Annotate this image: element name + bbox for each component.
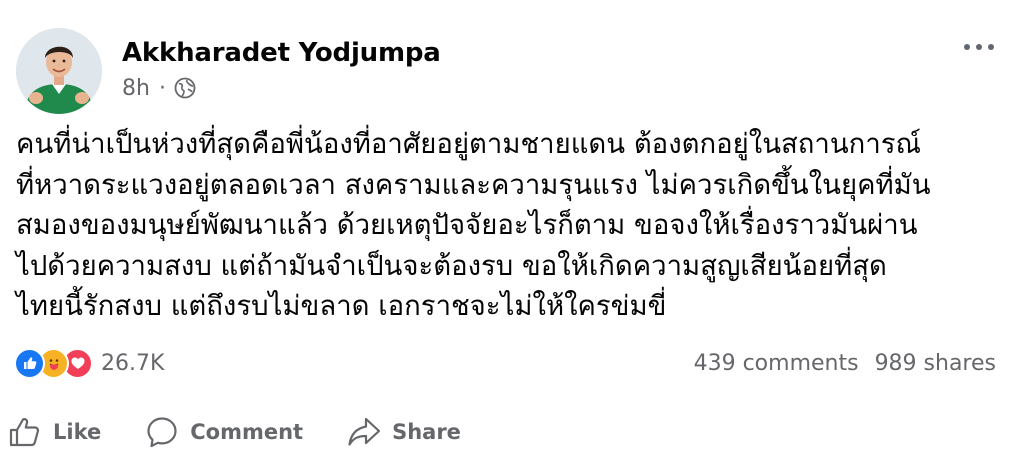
comment-icon xyxy=(147,417,177,448)
comments-count[interactable]: 439 comments xyxy=(694,351,859,376)
more-options-icon[interactable] xyxy=(964,36,994,58)
share-icon xyxy=(348,417,381,446)
more-dot xyxy=(988,44,994,50)
thumbs-up-icon xyxy=(9,418,40,447)
comment-label: Comment xyxy=(190,420,304,444)
meta-separator: · xyxy=(158,75,166,101)
engagement-counts: 439 comments 989 shares xyxy=(694,348,996,378)
reaction-count: 26.7K xyxy=(101,350,165,376)
share-button[interactable]: Share xyxy=(347,415,461,449)
author-avatar[interactable] xyxy=(16,28,102,114)
facebook-post: Akkharadet Yodjumpa 8h · คนที่น่าเป็นห่ว… xyxy=(0,0,1024,458)
globe-icon[interactable] xyxy=(174,77,196,99)
share-label: Share xyxy=(392,420,461,444)
more-dot xyxy=(976,44,982,50)
like-label: Like xyxy=(53,420,102,444)
author-name[interactable]: Akkharadet Yodjumpa xyxy=(122,38,441,68)
more-dot xyxy=(964,44,970,50)
like-icon xyxy=(14,347,45,379)
post-text-line: ไปด้วยความสงบ แต่ถ้ามันจำเป็นจะต้องรบ ขอ… xyxy=(16,249,887,282)
post-text-line: ที่หวาดระแวงอยู่ตลอดเวลา สงครามและความรุ… xyxy=(16,168,931,201)
post-text-line: สมองของมนุษย์พัฒนาแล้ว ด้วยเหตุปัจจัยอะไ… xyxy=(16,209,918,241)
shares-count[interactable]: 989 shares xyxy=(875,351,996,376)
post-meta: 8h · xyxy=(122,75,196,101)
comment-button[interactable]: Comment xyxy=(145,415,303,449)
post-text: คนที่น่าเป็นห่วงที่สุดคือพี่น้องที่อาศัย… xyxy=(16,124,1006,327)
reactions-summary[interactable]: 26.7K xyxy=(14,347,165,379)
post-text-line: คนที่น่าเป็นห่วงที่สุดคือพี่น้องที่อาศัย… xyxy=(16,128,922,160)
post-time[interactable]: 8h xyxy=(122,76,150,101)
post-text-line: ไทยนี้รักสงบ แต่ถึงรบไม่ขลาด เอกราชจะไม่… xyxy=(16,290,667,322)
post-actions: Like Comment Share xyxy=(8,412,461,452)
like-button[interactable]: Like xyxy=(8,415,101,449)
